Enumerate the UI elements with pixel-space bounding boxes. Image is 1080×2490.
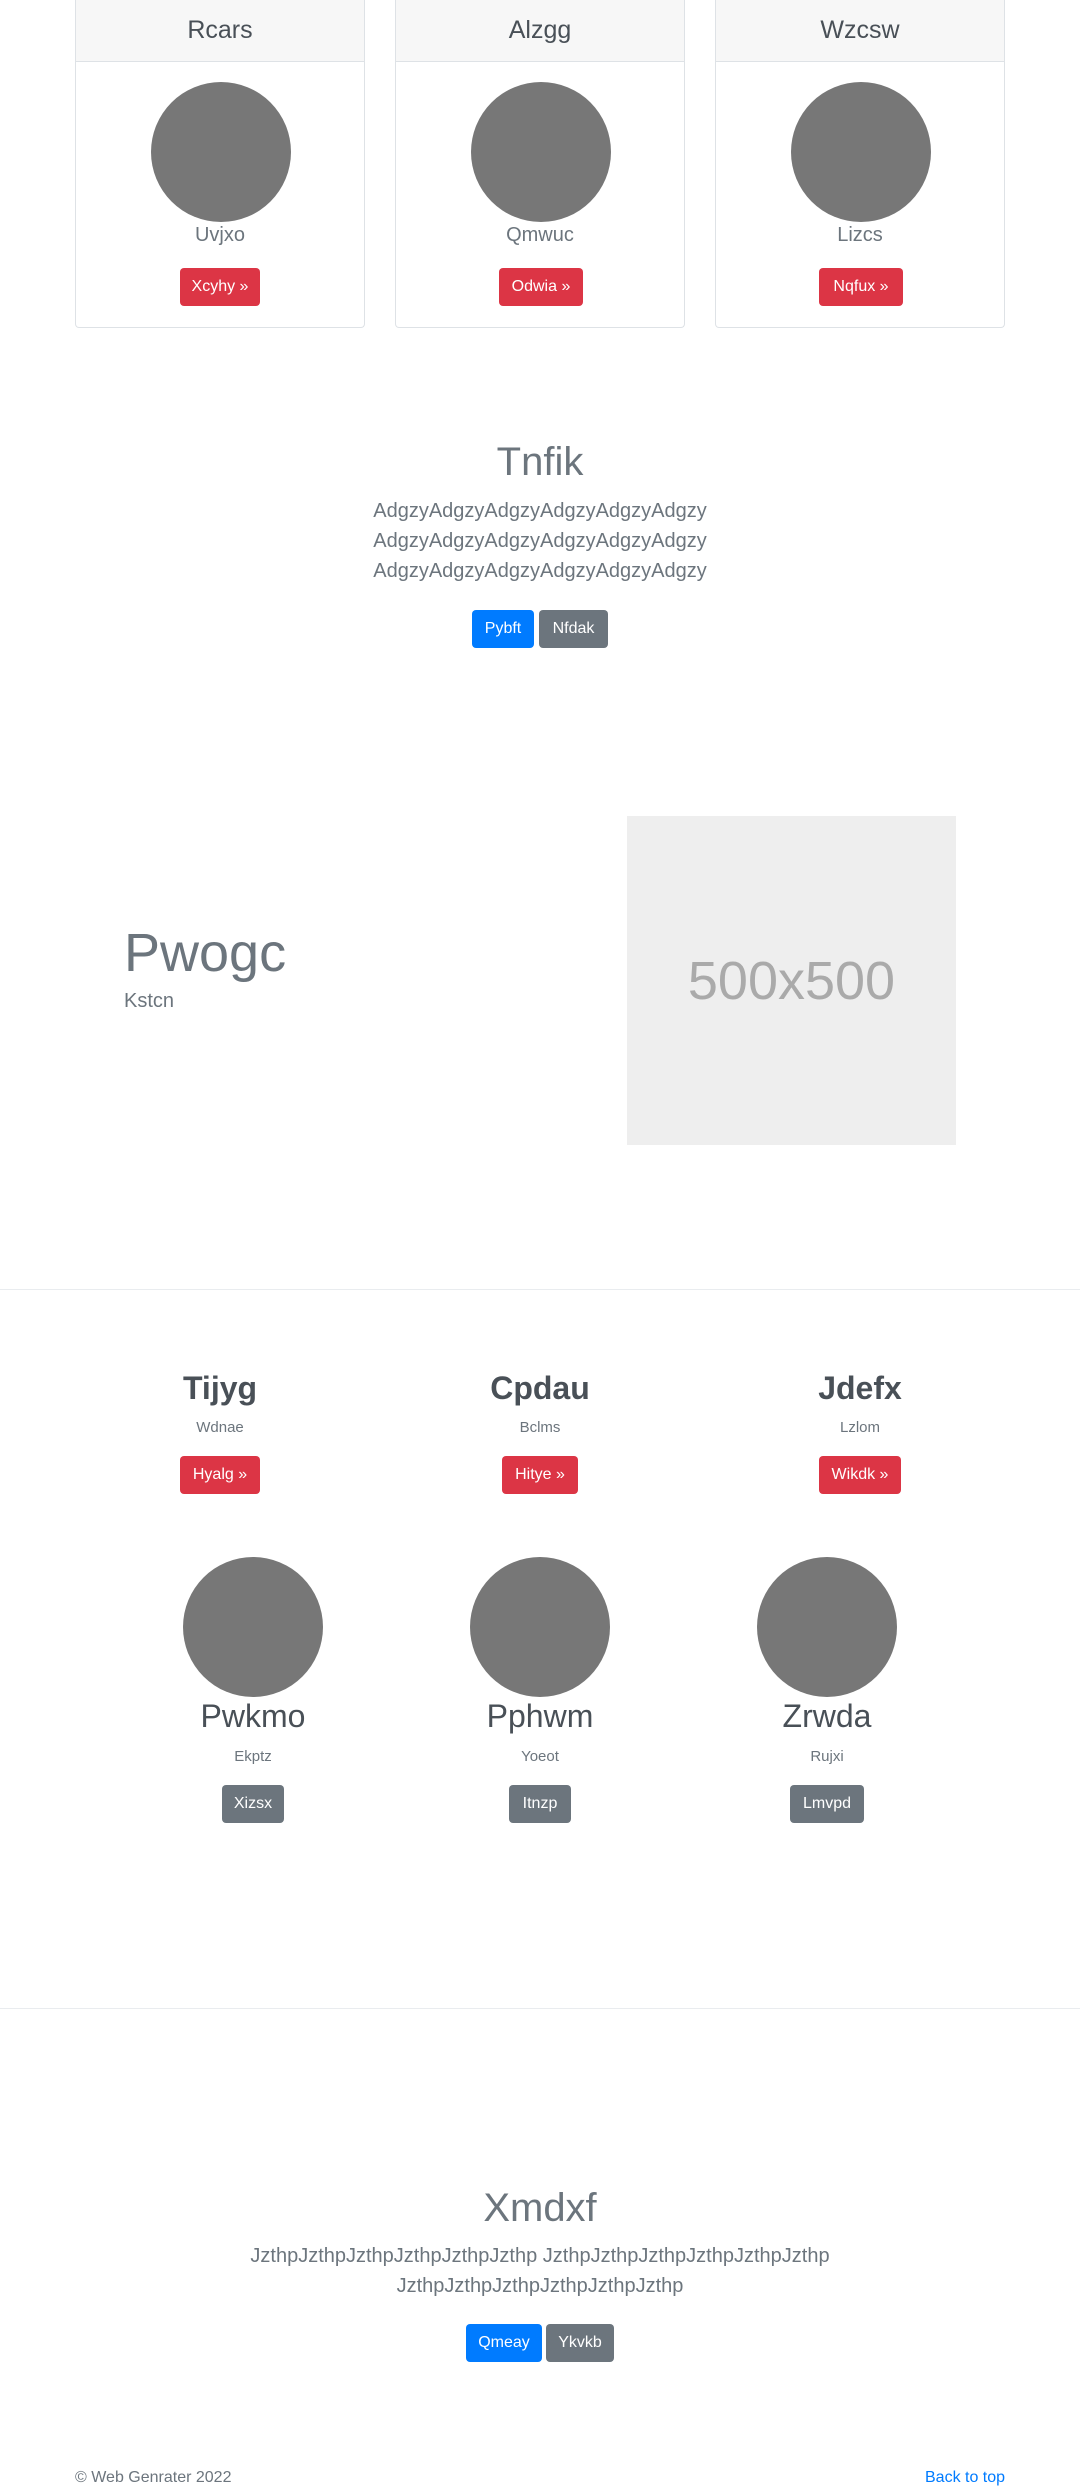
column-subtitle: Bclms (519, 1419, 561, 1436)
person-button[interactable]: Lmvpd (790, 1785, 864, 1823)
footer-copyright: © Web Genrater 2022 (75, 2469, 232, 2486)
person-subtitle: Rujxi (810, 1748, 844, 1765)
avatar (151, 82, 291, 222)
person-name: Zrwda (782, 1698, 872, 1734)
hero-secondary-button[interactable]: Ykvkb (546, 2324, 614, 2362)
column-title: Tijyg (182, 1370, 258, 1406)
card-subtitle: Uvjxo (194, 224, 245, 246)
person-button[interactable]: Itnzp (509, 1785, 571, 1823)
avatar (470, 1557, 610, 1697)
hero-text-line: JzthpJzthpJzthpJzthpJzthpJzthp JzthpJzth… (250, 2245, 830, 2267)
hero-primary-button[interactable]: Pybft (472, 610, 534, 648)
back-to-top-link[interactable]: Back to top (925, 2469, 1005, 2487)
column-button[interactable]: Hitye » (502, 1456, 578, 1494)
column-subtitle: Lzlom (839, 1419, 880, 1436)
hero-text-line: AdgzyAdgzyAdgzyAdgzyAdgzyAdgzy (373, 500, 707, 522)
column-subtitle: Wdnae (196, 1419, 244, 1436)
column-title: Jdefx (818, 1370, 902, 1406)
hero-title: Tnfik (496, 440, 584, 484)
card-button[interactable]: Nqfux » (819, 268, 903, 306)
card-subtitle: Lizcs (837, 224, 883, 246)
hero-text-line: AdgzyAdgzyAdgzyAdgzyAdgzyAdgzy (373, 560, 707, 582)
feature-heading: Pwogc (124, 923, 287, 983)
hero-text-line: AdgzyAdgzyAdgzyAdgzyAdgzyAdgzy (373, 530, 707, 552)
hero-title: Xmdxf (483, 2186, 597, 2230)
placeholder-image: 500x500 (627, 816, 956, 1145)
card-0: Rcars Uvjxo Xcyhy » (75, 0, 365, 328)
column-button[interactable]: Hyalg » (180, 1456, 260, 1494)
person-button[interactable]: Xizsx (222, 1785, 284, 1823)
column-title: Cpdau (490, 1370, 590, 1406)
card-button[interactable]: Odwia » (499, 268, 583, 306)
person-subtitle: Yoeot (521, 1748, 559, 1765)
hero-primary-button[interactable]: Qmeay (466, 2324, 542, 2362)
person-name: Pwkmo (200, 1698, 306, 1734)
card-title: Rcars (76, 0, 364, 62)
person-subtitle: Ekptz (234, 1748, 272, 1765)
column-0: Tijyg Wdnae (50, 1370, 390, 1436)
avatar (183, 1557, 323, 1697)
card-title: Alzgg (396, 0, 684, 62)
card-1: Alzgg Qmwuc Odwia » (395, 0, 685, 328)
feature-subheading: Kstcn (124, 990, 175, 1012)
avatar (757, 1557, 897, 1697)
card-button[interactable]: Xcyhy » (180, 268, 260, 306)
divider (0, 2008, 1080, 2009)
column-1: Cpdau Bclms (370, 1370, 710, 1436)
avatar (471, 82, 611, 222)
column-button[interactable]: Wikdk » (819, 1456, 901, 1494)
card-title: Wzcsw (716, 0, 1004, 62)
avatar (791, 82, 931, 222)
card-subtitle: Qmwuc (506, 224, 574, 246)
hero-text-line: JzthpJzthpJzthpJzthpJzthpJzthp (396, 2275, 684, 2297)
card-2: Wzcsw Lizcs Nqfux » (715, 0, 1005, 328)
divider (0, 1289, 1080, 1290)
person-name: Pphwm (486, 1698, 594, 1734)
hero-secondary-button[interactable]: Nfdak (539, 610, 608, 648)
column-2: Jdefx Lzlom (690, 1370, 1030, 1436)
